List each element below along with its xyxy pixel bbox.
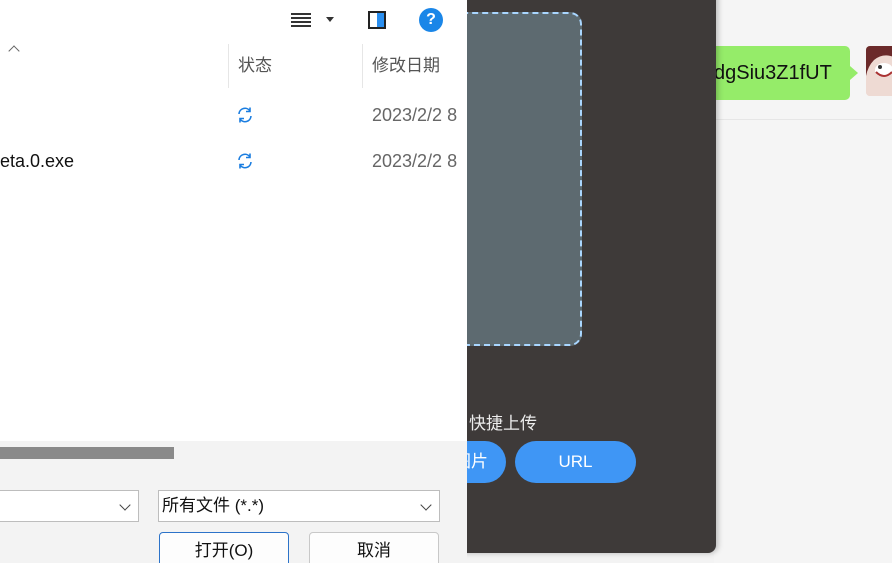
chat-message-bubble[interactable]: dgSiu3Z1fUT — [704, 46, 850, 100]
file-row[interactable]: eta.0.exe 2023/2/2 8 — [0, 138, 467, 184]
help-icon[interactable]: ? — [419, 8, 443, 32]
file-date: 2023/2/2 8 — [372, 151, 458, 171]
filetype-select[interactable]: 所有文件 (*.*) — [158, 490, 440, 522]
column-separator[interactable] — [362, 44, 363, 88]
horizontal-scrollbar-thumb[interactable] — [0, 447, 174, 459]
file-open-dialog: ? 状态 修改日期 2023/2/2 8 eta.0.exe 2023/2/2 … — [0, 0, 467, 563]
chevron-down-icon[interactable] — [420, 499, 432, 511]
url-upload-label: URL — [558, 452, 593, 471]
sync-status-icon — [238, 153, 252, 169]
column-separator[interactable] — [228, 44, 229, 88]
sync-status-icon — [238, 107, 252, 123]
chat-bubble-tail — [850, 66, 858, 80]
file-name: eta.0.exe — [0, 151, 75, 171]
open-button[interactable]: 打开(O) — [159, 532, 289, 563]
view-options-icon[interactable] — [291, 12, 311, 30]
chevron-down-icon[interactable] — [119, 499, 131, 511]
caret-down-icon[interactable] — [326, 17, 334, 22]
sort-ascending-icon[interactable] — [9, 44, 19, 54]
preview-pane-icon[interactable] — [368, 11, 386, 29]
dialog-toolbar — [0, 0, 467, 44]
avatar[interactable] — [866, 46, 892, 96]
chat-divider — [714, 119, 892, 120]
chat-message-text: dgSiu3Z1fUT — [714, 62, 832, 84]
quick-upload-label: 快捷上传 — [469, 414, 537, 433]
cancel-button[interactable]: 取消 — [309, 532, 439, 563]
avatar-image — [866, 46, 892, 96]
filename-input[interactable] — [0, 490, 139, 522]
file-row[interactable]: 2023/2/2 8 — [0, 92, 467, 138]
column-header-status[interactable]: 状态 — [238, 44, 272, 88]
column-header-modified[interactable]: 修改日期 — [372, 44, 440, 88]
file-date: 2023/2/2 8 — [372, 105, 458, 125]
filetype-value: 所有文件 (*.*) — [162, 496, 264, 515]
url-upload-button[interactable]: URL — [515, 441, 636, 483]
